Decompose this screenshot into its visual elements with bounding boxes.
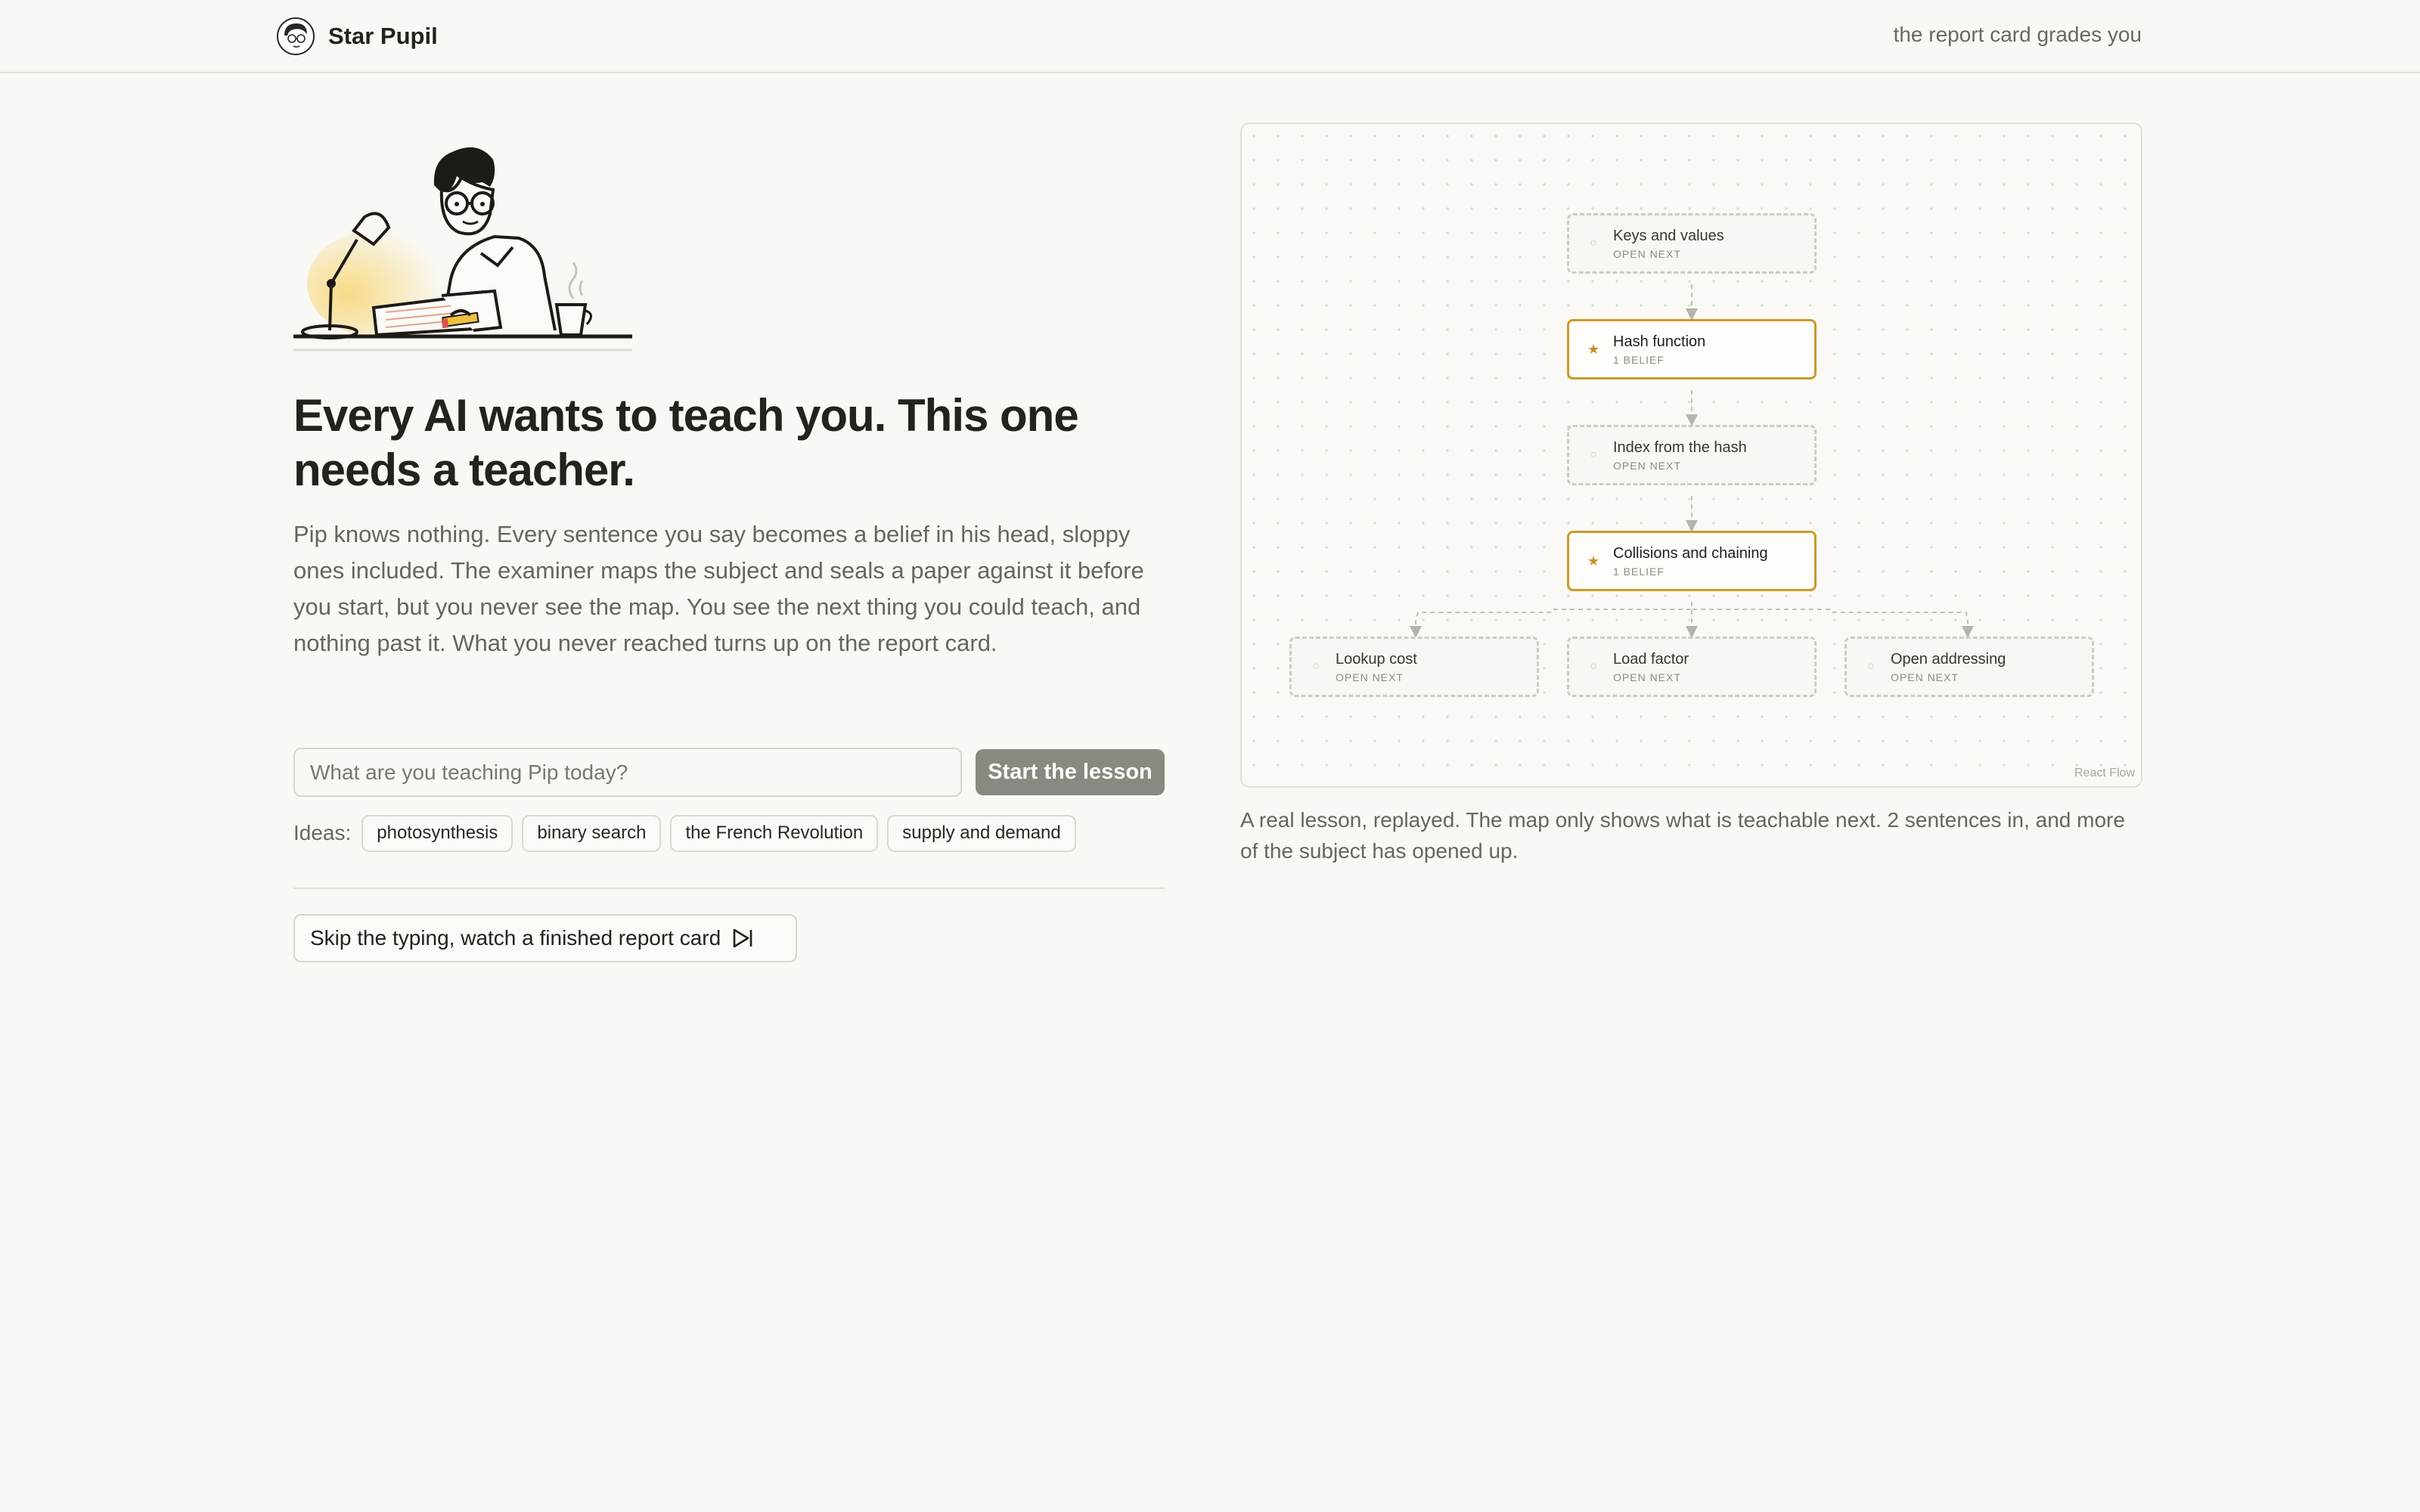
node-status: 1 BELIEF	[1613, 353, 1665, 366]
map-node-collisions-and-chaining[interactable]: ★ Collisions and chaining 1 BELIEF	[1567, 531, 1817, 591]
map-caption: A real lesson, replayed. The map only sh…	[1240, 808, 2125, 863]
open-circle-icon: ○	[1590, 660, 1597, 673]
star-icon: ★	[1587, 553, 1600, 569]
map-node-hash-function[interactable]: ★ Hash function 1 BELIEF	[1567, 319, 1817, 380]
lesson-topic-input[interactable]	[293, 748, 962, 797]
node-title: Index from the hash	[1613, 438, 1747, 456]
pip-avatar-icon	[277, 17, 315, 55]
node-status: OPEN NEXT	[1613, 247, 1681, 260]
brand-name: Star Pupil	[328, 23, 438, 49]
map-node-load-factor[interactable]: ○ Load factor OPEN NEXT	[1567, 637, 1817, 697]
hero-description: Pip knows nothing. Every sentence you sa…	[293, 521, 1144, 656]
lesson-composer: Start the lesson	[293, 748, 1165, 797]
node-title: Open addressing	[1891, 650, 2006, 668]
open-circle-icon: ○	[1590, 448, 1597, 461]
node-status: 1 BELIEF	[1613, 565, 1665, 578]
ideas-label: Ideas:	[293, 821, 352, 844]
open-circle-icon: ○	[1312, 660, 1320, 673]
top-bar: Star Pupil the report card grades you	[0, 0, 2420, 73]
node-title: Collisions and chaining	[1613, 544, 1768, 562]
pip-at-desk-illustration	[292, 117, 634, 359]
node-status: OPEN NEXT	[1613, 459, 1681, 472]
node-status: OPEN NEXT	[1891, 671, 1959, 683]
map-node-keys-and-values[interactable]: ○ Keys and values OPEN NEXT	[1567, 213, 1817, 274]
map-node-open-addressing[interactable]: ○ Open addressing OPEN NEXT	[1844, 637, 2094, 697]
node-status: OPEN NEXT	[1336, 671, 1404, 683]
node-title: Lookup cost	[1336, 650, 1417, 668]
star-icon: ★	[1587, 341, 1600, 357]
skip-to-end-icon	[733, 928, 752, 948]
node-title: Keys and values	[1613, 227, 1724, 244]
open-circle-icon: ○	[1590, 237, 1597, 249]
idea-chips: Ideas: photosynthesis binary search the …	[293, 814, 1076, 852]
idea-chip-photosynthesis[interactable]: photosynthesis	[361, 814, 513, 852]
node-title: Hash function	[1613, 333, 1706, 350]
idea-chip-french-revolution[interactable]: the French Revolution	[670, 814, 879, 852]
node-status: OPEN NEXT	[1613, 671, 1681, 683]
react-flow-attribution[interactable]: React Flow	[2074, 767, 2135, 780]
brand-link[interactable]: Star Pupil	[277, 17, 438, 56]
skip-button-label: Skip the typing, watch a finished report…	[310, 926, 721, 950]
idea-chip-binary-search[interactable]: binary search	[522, 814, 662, 852]
hero-headline: Every AI wants to teach you. This one ne…	[293, 390, 1079, 495]
section-divider	[293, 888, 1165, 889]
map-node-index-from-the-hash[interactable]: ○ Index from the hash OPEN NEXT	[1567, 425, 1817, 485]
start-lesson-button[interactable]: Start the lesson	[976, 749, 1165, 795]
idea-chip-supply-and-demand[interactable]: supply and demand	[887, 814, 1076, 852]
lesson-map[interactable]: ○ Keys and values OPEN NEXT ★ Hash funct…	[1240, 122, 2142, 788]
header-tagline: the report card grades you	[1893, 23, 2142, 46]
watch-report-card-button[interactable]: Skip the typing, watch a finished report…	[293, 914, 797, 962]
node-title: Load factor	[1613, 650, 1689, 668]
map-node-lookup-cost[interactable]: ○ Lookup cost OPEN NEXT	[1289, 637, 1539, 697]
open-circle-icon: ○	[1867, 660, 1875, 673]
